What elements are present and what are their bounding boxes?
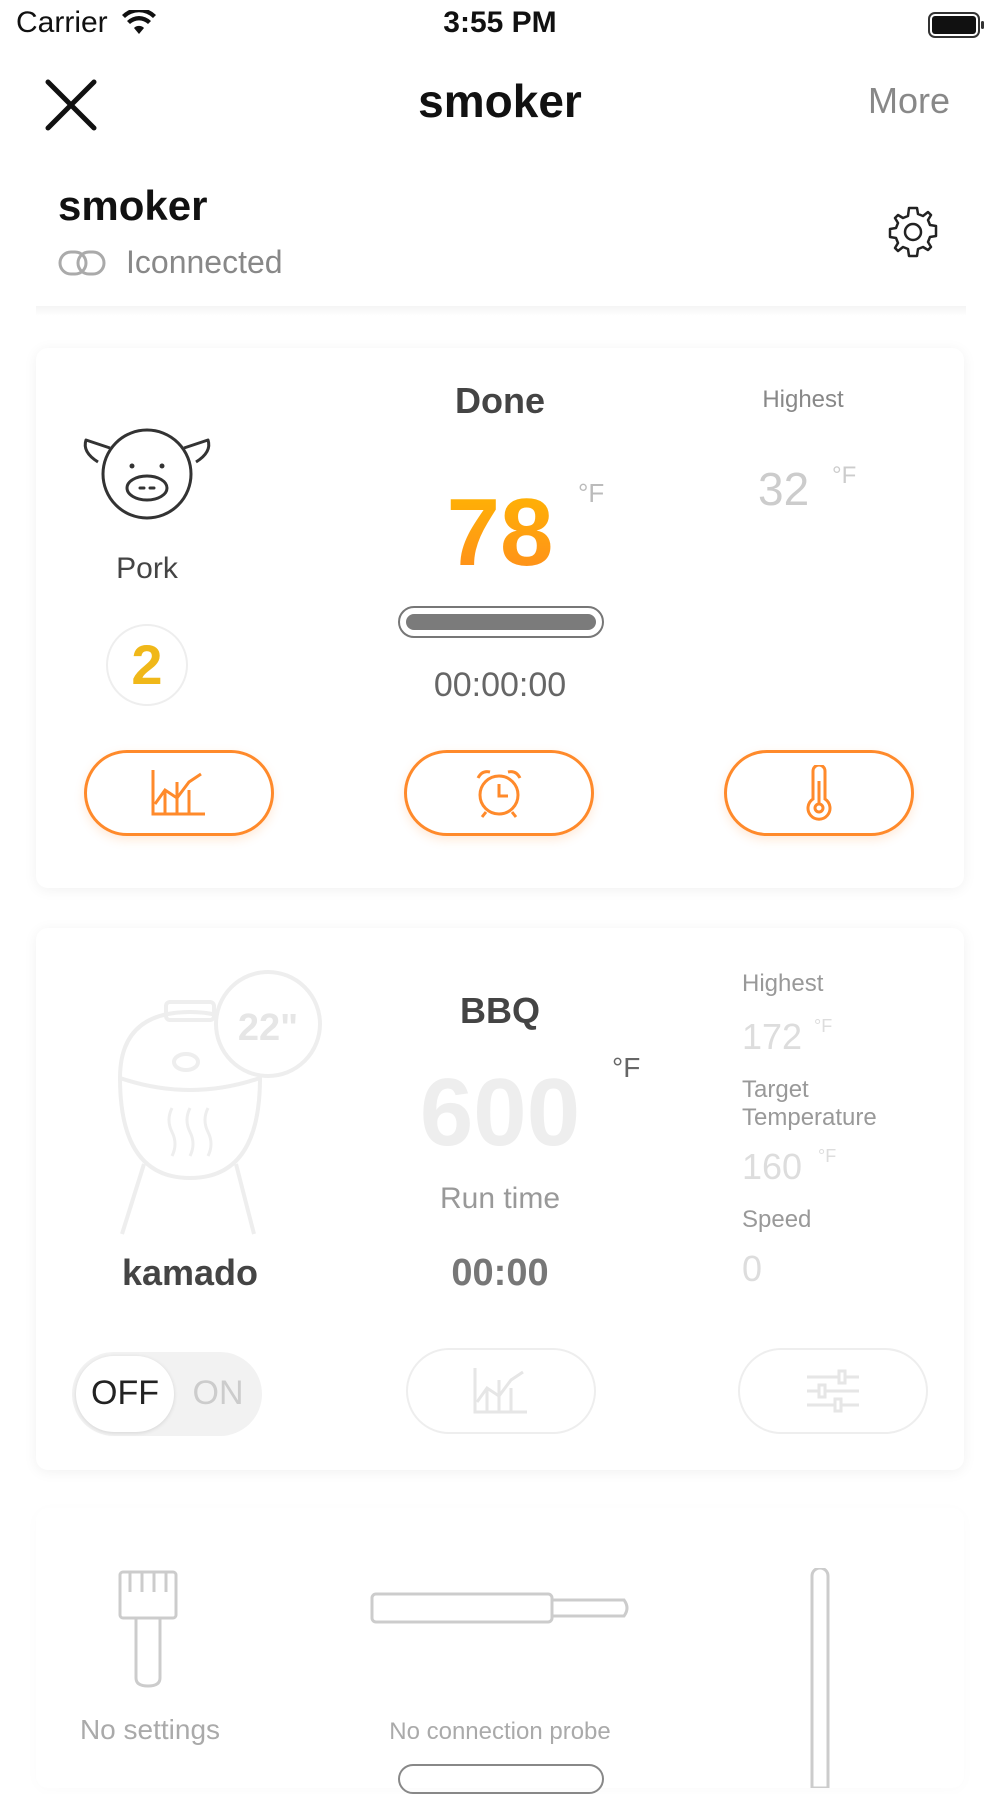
grill-highest-value: 172 (742, 1016, 803, 1057)
highest-value: 32 (758, 463, 810, 515)
empty-progress-bar (398, 1764, 604, 1794)
cook-progress-fill (406, 614, 596, 630)
grill-chart-button[interactable] (406, 1348, 596, 1434)
target-temperature-label: Target Temperature (742, 1076, 877, 1132)
device-name: smoker (58, 182, 208, 229)
more-button[interactable]: More (868, 80, 950, 122)
basting-brush-icon (118, 1570, 178, 1688)
no-probe-label: No connection probe (389, 1718, 611, 1745)
target-label-line1: Target (742, 1076, 809, 1103)
highest-unit: °F (832, 462, 857, 489)
meat-probe-icon (370, 1592, 629, 1624)
timer-button[interactable] (404, 750, 594, 836)
no-settings-label: No settings (79, 1714, 221, 1745)
target-temperature-value: 160 (742, 1146, 803, 1187)
link-icon (58, 250, 106, 276)
run-time-label: Run time (439, 1182, 561, 1215)
pig-icon (83, 428, 211, 520)
gear-icon[interactable] (884, 204, 942, 262)
kamado-grill-icon: 22" (117, 970, 322, 1235)
run-time-value: 00:00 (451, 1252, 549, 1294)
clock-time: 3:55 PM (443, 6, 557, 39)
current-temperature: 78 (300, 478, 700, 588)
cook-status: Done (455, 380, 545, 421)
cook-mode-label: BBQ (460, 990, 540, 1031)
temperature-unit: °F (578, 478, 605, 508)
toggle-off-label[interactable]: OFF (76, 1374, 174, 1413)
food-type-label: Pork (116, 552, 178, 585)
highest-label: Highest (762, 386, 844, 413)
toggle-on-label[interactable]: ON (178, 1374, 258, 1413)
setpoint-unit: °F (612, 1052, 641, 1083)
probe-number: 2 (131, 633, 163, 696)
battery-icon (928, 12, 984, 38)
elapsed-time: 00:00:00 (433, 666, 567, 704)
chart-icon (473, 1368, 527, 1414)
target-temperature-button[interactable] (724, 750, 914, 836)
grill-highest-unit: °F (814, 1016, 833, 1036)
grill-size-badge: 22" (238, 1007, 298, 1049)
fan-speed-label: Speed (742, 1206, 812, 1233)
chart-button[interactable] (84, 750, 274, 836)
page-title: smoker (418, 75, 582, 127)
thermometer-icon (810, 1568, 830, 1788)
grill-type-label: kamado (121, 1252, 259, 1293)
target-temperature-unit: °F (818, 1146, 837, 1166)
alarm-clock-icon (476, 770, 522, 818)
sliders-icon (807, 1369, 859, 1413)
chart-icon (151, 770, 205, 816)
fan-speed-value: 0 (742, 1248, 763, 1289)
target-label-line2: Temperature (742, 1104, 877, 1131)
thermometer-icon (806, 765, 832, 821)
grill-settings-button[interactable] (738, 1348, 928, 1434)
grill-highest-label: Highest (742, 970, 824, 997)
connection-status: Iconnected (126, 244, 283, 280)
header-divider (36, 306, 966, 316)
